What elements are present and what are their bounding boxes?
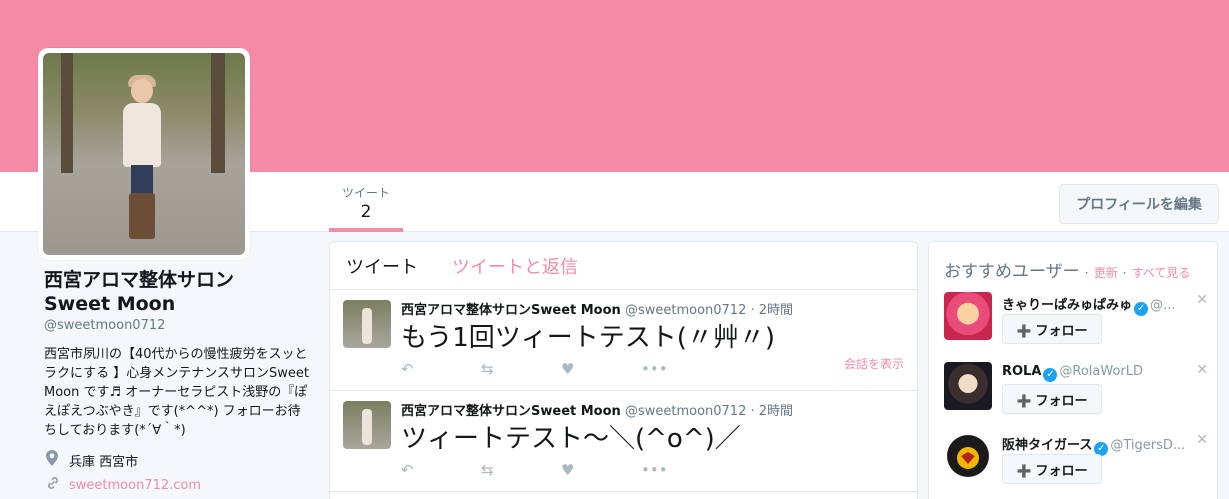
tweet-time[interactable]: · 2時間 [751,404,794,419]
user-name: きゃりーぱみゅぱみゅ [1002,298,1133,313]
reply-icon[interactable]: ↶ [401,360,481,378]
like-icon[interactable]: ♥ [561,360,641,378]
view-conversation-link[interactable]: 会話を表示 [844,355,904,372]
tab-tweets[interactable]: ツイート [346,253,418,279]
tweet-avatar[interactable] [343,300,391,348]
suggested-user: きゃりーぱみゅぱみゅ ✓ @... ✕ ➕ フォロー [944,292,1214,358]
user-name: 阪神タイガース [1002,438,1093,453]
who-to-follow: おすすめユーザー · 更新 · すべて見る きゃりーぱみゅぱみゅ ✓ @... ✕ … [928,241,1218,499]
user-avatar[interactable] [944,292,992,340]
suggest-header: おすすめユーザー · 更新 · すべて見る [944,262,1191,282]
follow-button[interactable]: ➕ フォロー [1002,314,1102,344]
user-name: ROLA [1002,364,1042,379]
add-user-icon: ➕ [1016,393,1032,408]
tweet-header: 西宮アロマ整体サロンSweet Moon @sweetmoon0712 · 2時… [401,400,793,419]
timeline-tabs: ツイート ツイートと返信 [330,242,917,290]
tweet-actions: ↶ ⇆ ♥ ••• [401,461,721,479]
tweet-header: 西宮アロマ整体サロンSweet Moon @sweetmoon0712 · 2時… [401,299,793,318]
more-icon[interactable]: ••• [641,360,721,378]
user-name-row[interactable]: きゃりーぱみゅぱみゅ ✓ @... [1002,294,1175,316]
tab-tweets-and-replies[interactable]: ツイートと返信 [452,253,578,279]
profile-handle[interactable]: @sweetmoon0712 [44,318,314,333]
tweet-actions: ↶ ⇆ ♥ ••• [401,360,721,378]
profile-bio: 西宮市夙川の【40代からの慢性疲労をスッとラクにする 】心身メンテナンスサロンS… [44,347,309,438]
close-icon[interactable]: ✕ [1196,292,1208,308]
follow-label: フォロー [1035,393,1088,409]
link-icon [46,476,62,494]
add-user-icon: ➕ [1016,463,1032,478]
refresh-link[interactable]: 更新 [1094,266,1118,280]
more-icon[interactable]: ••• [641,461,721,479]
tweet-author-name[interactable]: 西宮アロマ整体サロンSweet Moon [401,303,621,318]
add-user-icon: ➕ [1016,323,1032,338]
follow-label: フォロー [1035,323,1088,339]
view-all-link[interactable]: すべて見る [1132,266,1191,280]
tweet-time[interactable]: · 2時間 [751,303,794,318]
verified-icon: ✓ [1134,302,1149,316]
retweet-icon[interactable]: ⇆ [481,360,561,378]
tweets-stat-count: 2 [360,202,372,222]
location-pin-icon [46,450,62,470]
suggested-user: 阪神タイガース ✓ @TigersD... ✕ ➕ フォロー [944,432,1214,498]
user-name-row[interactable]: 阪神タイガース ✓ @TigersD... [1002,434,1185,456]
tweet-text: もう1回ツィートテスト(〃艸〃) [401,323,776,353]
suggest-title: おすすめユーザー [944,262,1080,282]
like-icon[interactable]: ♥ [561,461,641,479]
profile-avatar[interactable] [38,48,250,260]
user-name-row[interactable]: ROLA ✓ @RolaWorLD [1002,364,1143,382]
close-icon[interactable]: ✕ [1196,362,1208,378]
follow-button[interactable]: ➕ フォロー [1002,384,1102,414]
close-icon[interactable]: ✕ [1196,432,1208,448]
retweet-icon[interactable]: ⇆ [481,461,561,479]
tweet-item[interactable]: 西宮アロマ整体サロンSweet Moon @sweetmoon0712 · 2時… [330,391,917,492]
tweets-stat[interactable]: ツイート 2 [329,172,403,232]
user-avatar[interactable] [944,432,992,480]
user-handle: @TigersD... [1110,438,1186,453]
reply-icon[interactable]: ↶ [401,461,481,479]
user-handle: @... [1150,298,1176,313]
suggested-user: ROLA ✓ @RolaWorLD ✕ ➕ フォロー [944,362,1214,428]
follow-label: フォロー [1035,463,1088,479]
profile-name[interactable]: 西宮アロマ整体サロン Sweet Moon [44,268,314,316]
url-link[interactable]: sweetmoon712.com [69,478,201,493]
tweet-text: ツィートテスト〜＼(^o^)／ [401,424,741,454]
follow-button[interactable]: ➕ フォロー [1002,454,1102,484]
user-handle: @RolaWorLD [1059,364,1144,379]
profile-name-line2: Sweet Moon [44,293,176,315]
profile-url: sweetmoon712.com [44,476,314,494]
tweets-stat-label: ツイート [341,186,390,200]
tweet-avatar[interactable] [343,401,391,449]
tweet-item[interactable]: 西宮アロマ整体サロンSweet Moon @sweetmoon0712 · 2時… [330,290,917,391]
location-text: 兵庫 西宮市 [69,454,139,470]
timeline: ツイート ツイートと返信 西宮アロマ整体サロンSweet Moon @sweet… [329,241,918,499]
profile-card: 西宮アロマ整体サロン Sweet Moon @sweetmoon0712 西宮市… [44,268,314,494]
user-avatar[interactable] [944,362,992,410]
tweet-author-handle[interactable]: @sweetmoon0712 [625,404,746,419]
profile-name-line1: 西宮アロマ整体サロン [44,269,235,291]
tweet-author-handle[interactable]: @sweetmoon0712 [625,303,746,318]
verified-icon: ✓ [1043,368,1058,382]
avatar-photo [43,53,245,255]
profile-location: 兵庫 西宮市 [44,450,314,470]
tweet-author-name[interactable]: 西宮アロマ整体サロンSweet Moon [401,404,621,419]
edit-profile-button[interactable]: プロフィールを編集 [1059,184,1219,224]
